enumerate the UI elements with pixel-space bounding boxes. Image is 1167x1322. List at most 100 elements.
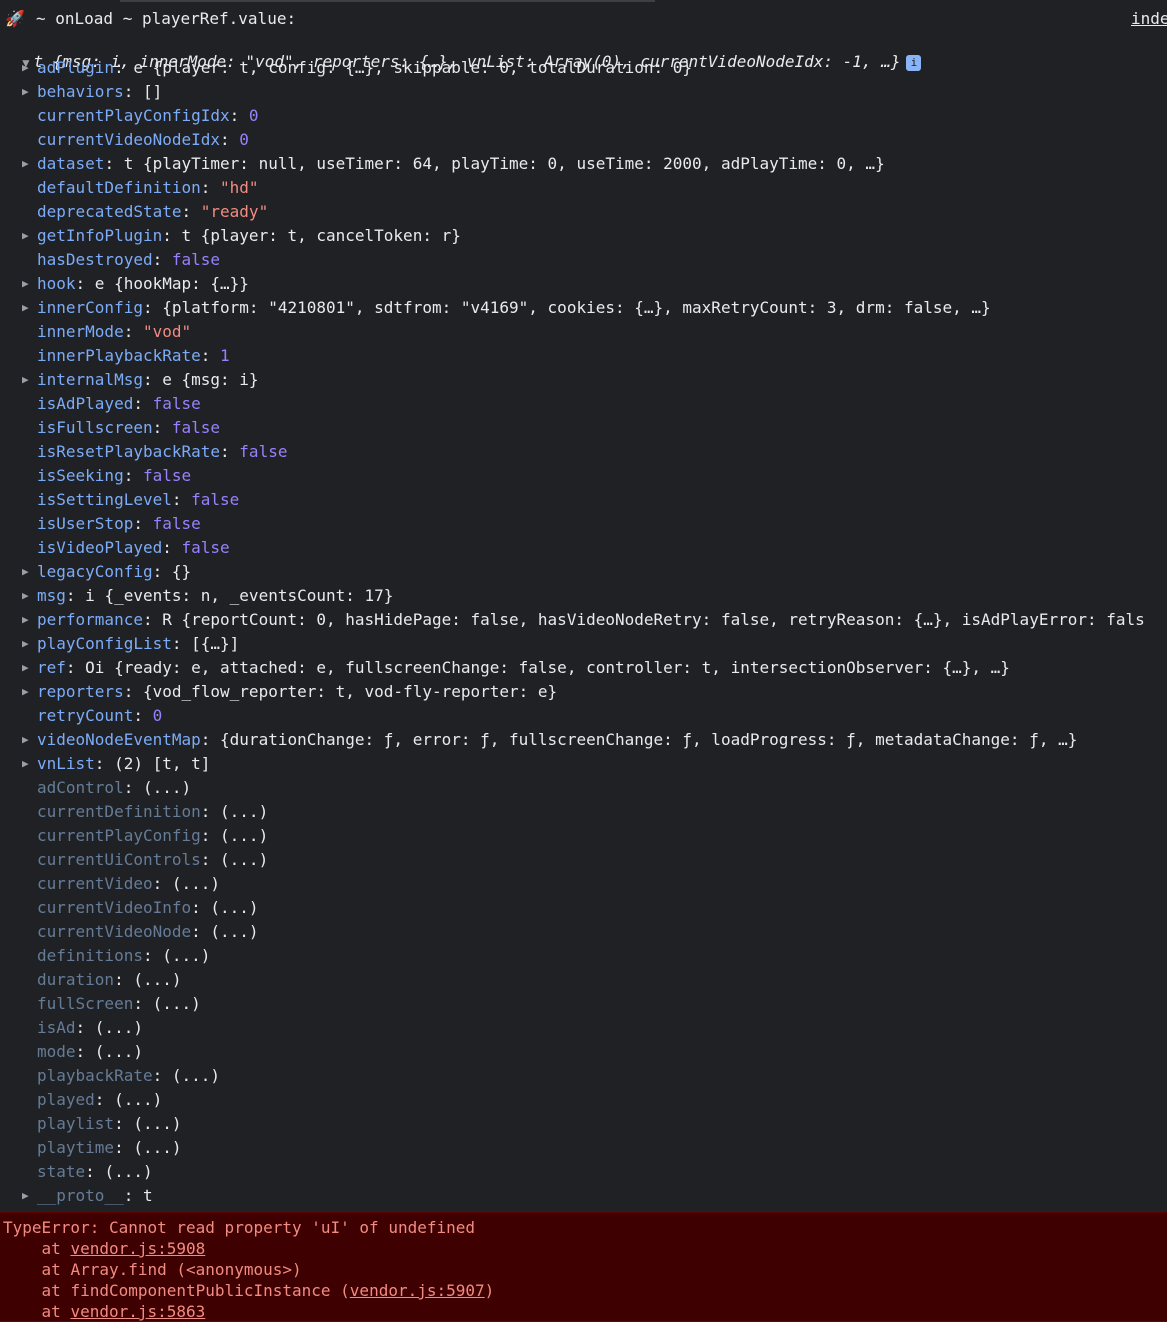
property-value: {vod_flow_reporter: t, vod-fly-reporter:… — [142, 682, 558, 701]
property-key: performance — [37, 610, 143, 629]
property-key: adPlugin — [37, 58, 115, 77]
property-key: defaultDefinition — [37, 178, 201, 197]
expand-triangle-icon[interactable]: ▶ — [22, 296, 29, 320]
property-key: playlist — [37, 1114, 115, 1133]
stack-frame: at Array.find (<anonymous>) — [3, 1259, 302, 1280]
source-link[interactable]: inde — [1131, 9, 1167, 28]
property-value[interactable]: (...) — [153, 994, 201, 1013]
stack-frame: at findComponentPublicInstance (vendor.j… — [3, 1280, 495, 1301]
property-value: false — [142, 466, 192, 485]
expand-triangle-icon[interactable]: ▶ — [22, 680, 29, 704]
property-key: hook — [37, 274, 76, 293]
property-value: e {player: t, config: {…}, skippable: 0,… — [133, 58, 693, 77]
expand-triangle-icon[interactable]: ▶ — [22, 368, 29, 392]
rocket-icon: 🚀 — [5, 9, 25, 28]
expand-triangle-icon[interactable]: ▶ — [22, 584, 29, 608]
expand-triangle-icon[interactable]: ▶ — [22, 272, 29, 296]
property-value[interactable]: (...) — [210, 898, 258, 917]
property-value[interactable]: (...) — [172, 874, 220, 893]
property-key: currentDefinition — [37, 802, 201, 821]
stack-function: Array.find (<anonymous>) — [70, 1260, 302, 1279]
property-value[interactable]: (...) — [162, 946, 210, 965]
object-summary[interactable]: ▼ t {msg: i, innerMode: "vod", reporters:… — [3, 33, 922, 71]
property-value[interactable]: (...) — [95, 1018, 143, 1037]
expand-triangle-icon[interactable]: ▶ — [22, 728, 29, 752]
property-value[interactable]: (...) — [143, 778, 191, 797]
property-key: currentVideo — [37, 874, 153, 893]
property-key: __proto__ — [37, 1186, 124, 1205]
property-key: hasDestroyed — [37, 250, 153, 269]
property-key: fullScreen — [37, 994, 134, 1013]
stack-prefix: at — [3, 1239, 71, 1258]
property-key: isUserStop — [37, 514, 134, 533]
property-value: false — [239, 442, 288, 461]
property-value[interactable]: (...) — [133, 1114, 181, 1133]
error-message: TypeError: Cannot read property 'uI' of … — [3, 1218, 476, 1237]
property-key: dataset — [37, 154, 105, 173]
property-value[interactable]: (...) — [210, 922, 258, 941]
property-value: [] — [142, 82, 163, 101]
expand-triangle-icon[interactable]: ▶ — [22, 632, 29, 656]
stack-prefix: at — [3, 1281, 71, 1300]
property-value[interactable]: (...) — [133, 970, 181, 989]
property-key: internalMsg — [37, 370, 143, 389]
property-key: currentPlayConfigIdx — [37, 106, 230, 125]
property-value: e {msg: i} — [162, 370, 259, 389]
expand-triangle-icon[interactable]: ▶ — [22, 224, 29, 248]
property-key: innerPlaybackRate — [37, 346, 201, 365]
expand-triangle-icon[interactable]: ▶ — [22, 608, 29, 632]
property-key: isAd — [37, 1018, 76, 1037]
property-value: false — [171, 418, 221, 437]
property-value[interactable]: (...) — [95, 1042, 143, 1061]
property-value: 0 — [248, 106, 259, 125]
property-key: legacyConfig — [37, 562, 153, 581]
property-value[interactable]: (...) — [220, 850, 268, 869]
property-value[interactable]: (...) — [114, 1090, 162, 1109]
stack-frame: at vendor.js:5863 — [3, 1301, 206, 1322]
stack-function: findComponentPublicInstance ( — [70, 1281, 350, 1300]
property-value: {durationChange: ƒ, error: ƒ, fullscreen… — [220, 730, 1078, 749]
property-key: state — [37, 1162, 86, 1181]
property-value: [{…}] — [191, 634, 240, 653]
property-value: "vod" — [142, 322, 192, 341]
stack-source-link[interactable]: vendor.js:5863 — [70, 1302, 205, 1321]
property-key: behaviors — [37, 82, 124, 101]
property-value: R {reportCount: 0, hasHidePage: false, h… — [162, 610, 1145, 629]
property-value: (2) [t, t] — [114, 754, 211, 773]
property-value: {platform: "4210801", sdtfrom: "v4169", … — [162, 298, 991, 317]
property-key: definitions — [37, 946, 143, 965]
property-value: false — [152, 394, 201, 413]
stack-source-link[interactable]: vendor.js:5907 — [350, 1281, 485, 1300]
property-value[interactable]: (...) — [220, 826, 268, 845]
property-value[interactable]: (...) — [104, 1162, 152, 1181]
expand-triangle-icon[interactable]: ▶ — [22, 80, 29, 104]
property-key: currentVideoNode — [37, 922, 192, 941]
property-value[interactable]: (...) — [220, 802, 268, 821]
property-value: e {hookMap: {…}} — [94, 274, 249, 293]
property-key: playConfigList — [37, 634, 172, 653]
property-key: innerMode — [37, 322, 124, 341]
expand-triangle-icon[interactable]: ▶ — [22, 560, 29, 584]
info-icon[interactable]: i — [906, 54, 922, 71]
expand-triangle-icon[interactable]: ▶ — [22, 152, 29, 176]
expand-triangle-icon[interactable]: ▶ — [22, 1184, 29, 1208]
property-key: isAdPlayed — [37, 394, 134, 413]
property-key: playtime — [37, 1138, 115, 1157]
property-value[interactable]: (...) — [172, 1066, 220, 1085]
expand-triangle-icon[interactable]: ▶ — [22, 656, 29, 680]
property-key: isVideoPlayed — [37, 538, 163, 557]
property-value: false — [181, 538, 230, 557]
property-key: innerConfig — [37, 298, 143, 317]
property-value: {} — [171, 562, 192, 581]
stack-source-link[interactable]: vendor.js:5908 — [70, 1239, 205, 1258]
property-value: false — [191, 490, 240, 509]
expand-triangle-icon[interactable]: ▶ — [22, 56, 29, 80]
console-log-header: 🚀 ~ onLoad ~ playerRef.value: inde — [0, 9, 1167, 33]
property-value[interactable]: t — [143, 1186, 153, 1205]
property-value[interactable]: (...) — [133, 1138, 181, 1157]
expand-triangle-icon[interactable]: ▶ — [22, 752, 29, 776]
property-key: msg — [37, 586, 66, 605]
property-value: 1 — [220, 346, 230, 365]
property-key: currentVideoInfo — [37, 898, 192, 917]
property-key: ref — [37, 658, 66, 677]
